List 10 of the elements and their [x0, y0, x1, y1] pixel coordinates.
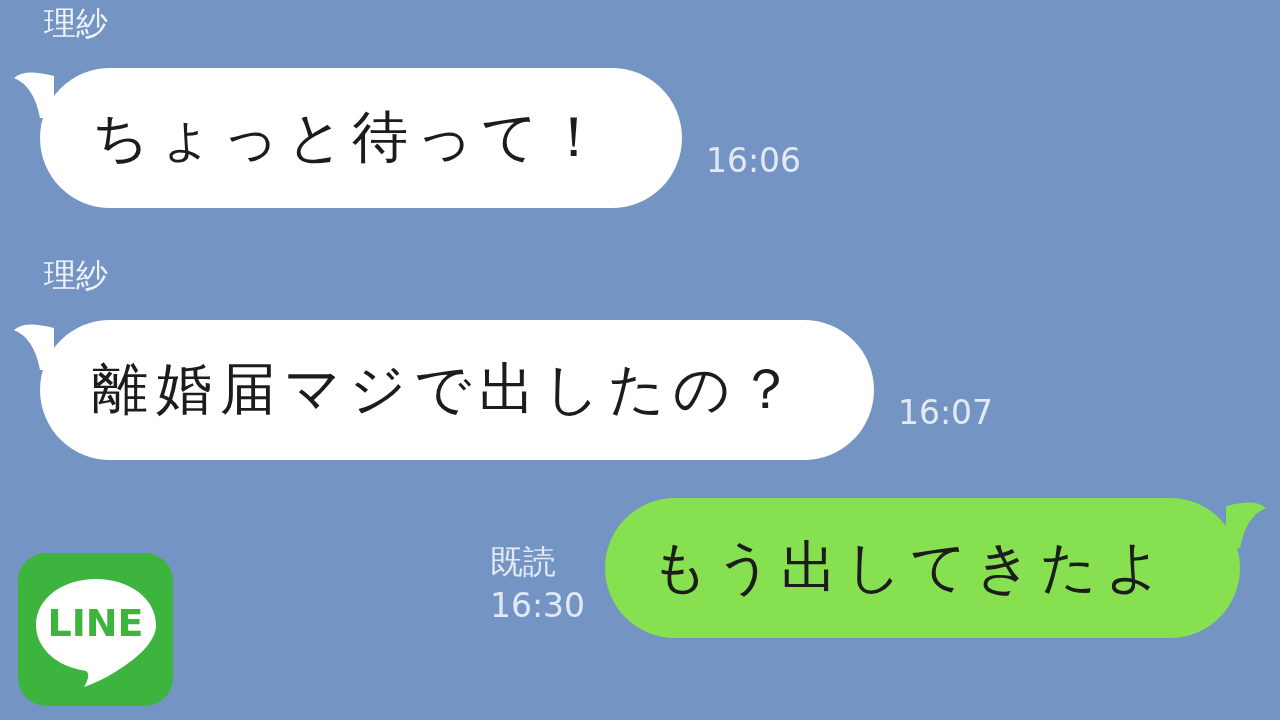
message-time: 16:30: [489, 585, 585, 627]
read-receipt: 既読: [489, 541, 556, 583]
sender-name: 理紗: [44, 3, 108, 44]
sender-name: 理紗: [44, 255, 108, 296]
logo-text: LINE: [46, 601, 145, 645]
message-bubble: 離婚届マジで出したの？: [40, 320, 874, 460]
message-time: 16:07: [898, 393, 994, 432]
message-time: 16:06: [706, 141, 802, 180]
message-bubble: もう出してきたよ: [605, 498, 1240, 638]
message-bubble: ちょっと待って！: [40, 68, 682, 208]
